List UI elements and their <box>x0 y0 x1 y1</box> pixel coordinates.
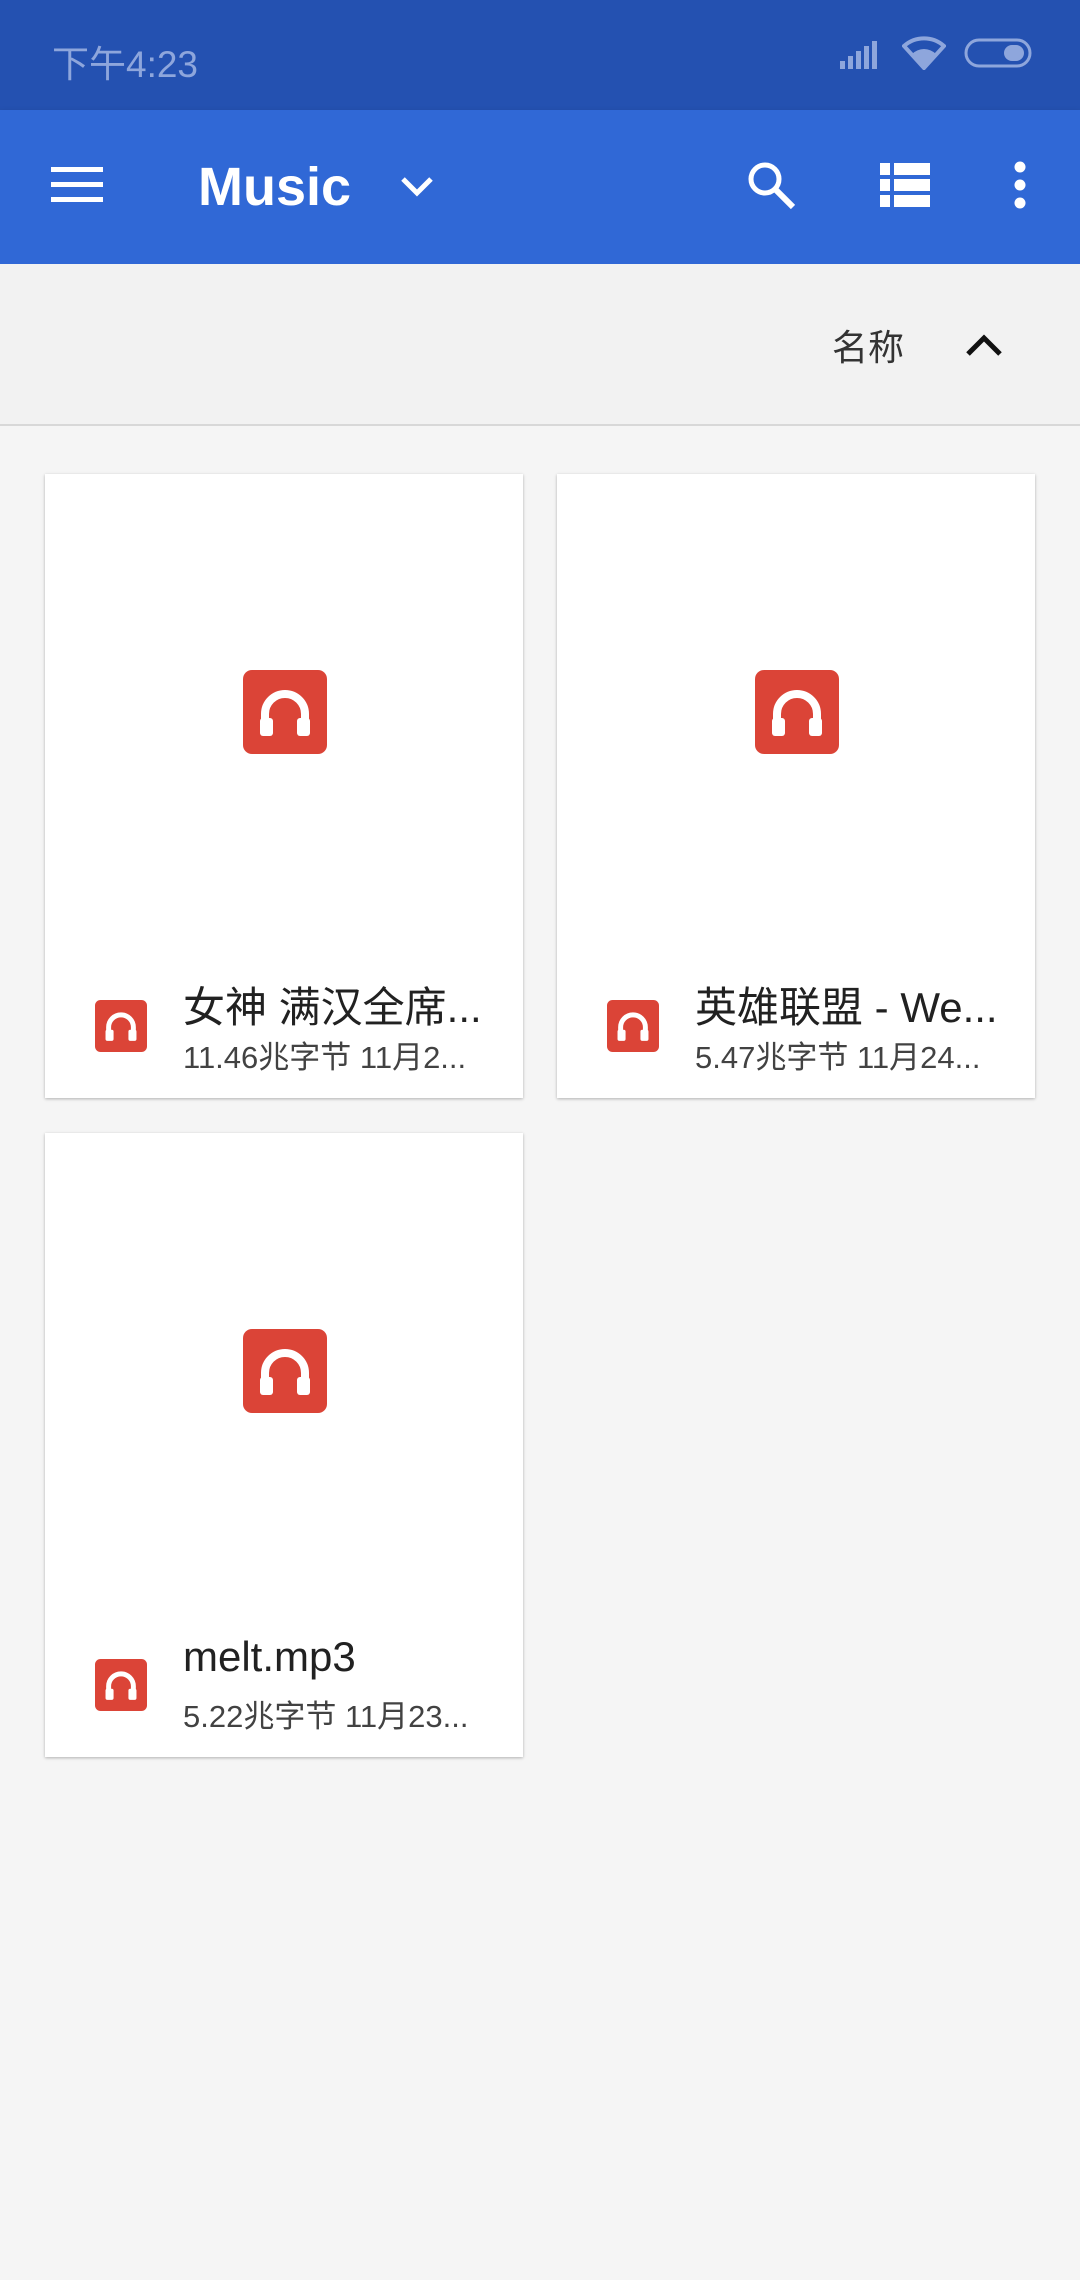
status-icons <box>840 36 1034 75</box>
headphones-icon <box>243 670 327 754</box>
sort-by-name-button[interactable]: 名称 <box>832 264 904 426</box>
sort-bar: 名称 <box>0 264 1080 426</box>
chevron-down-icon <box>399 175 435 199</box>
folder-selector[interactable]: Music <box>198 110 435 264</box>
battery-icon <box>964 37 1034 74</box>
file-meta: 5.47兆字节 11月24... <box>695 1040 981 1075</box>
file-card[interactable]: melt.mp3 5.22兆字节 11月23... <box>45 1133 523 1757</box>
file-meta: 5.22兆字节 11月23... <box>183 1699 469 1734</box>
chevron-up-icon <box>966 334 1002 356</box>
headphones-icon <box>755 670 839 754</box>
file-meta: 11.46兆字节 11月2... <box>183 1040 467 1075</box>
headphones-icon <box>243 1329 327 1413</box>
file-name: melt.mp3 <box>183 1633 356 1680</box>
status-time: 下午4:23 <box>52 44 199 85</box>
menu-icon <box>51 165 103 210</box>
headphones-icon <box>607 1000 659 1052</box>
list-view-icon <box>880 162 930 212</box>
signal-icon <box>840 37 884 74</box>
headphones-icon <box>95 1000 147 1052</box>
sort-direction-toggle[interactable] <box>944 264 1024 426</box>
wifi-icon <box>901 36 947 75</box>
more-options-button[interactable] <box>996 110 1044 264</box>
page-title: Music <box>198 157 352 217</box>
list-view-button[interactable] <box>870 110 940 264</box>
file-card[interactable]: 女神 满汉全席... 11.46兆字节 11月2... <box>45 474 523 1098</box>
app-bar: Music <box>0 110 1080 264</box>
status-bar: 下午4:23 <box>0 0 1080 110</box>
menu-button[interactable] <box>40 110 114 264</box>
file-name: 英雄联盟 - We... <box>695 984 998 1031</box>
search-icon <box>745 159 797 216</box>
file-name: 女神 满汉全席... <box>183 984 482 1031</box>
file-card[interactable]: 英雄联盟 - We... 5.47兆字节 11月24... <box>557 474 1035 1098</box>
search-button[interactable] <box>736 110 806 264</box>
headphones-icon <box>95 1659 147 1711</box>
more-vert-icon <box>1013 161 1027 214</box>
